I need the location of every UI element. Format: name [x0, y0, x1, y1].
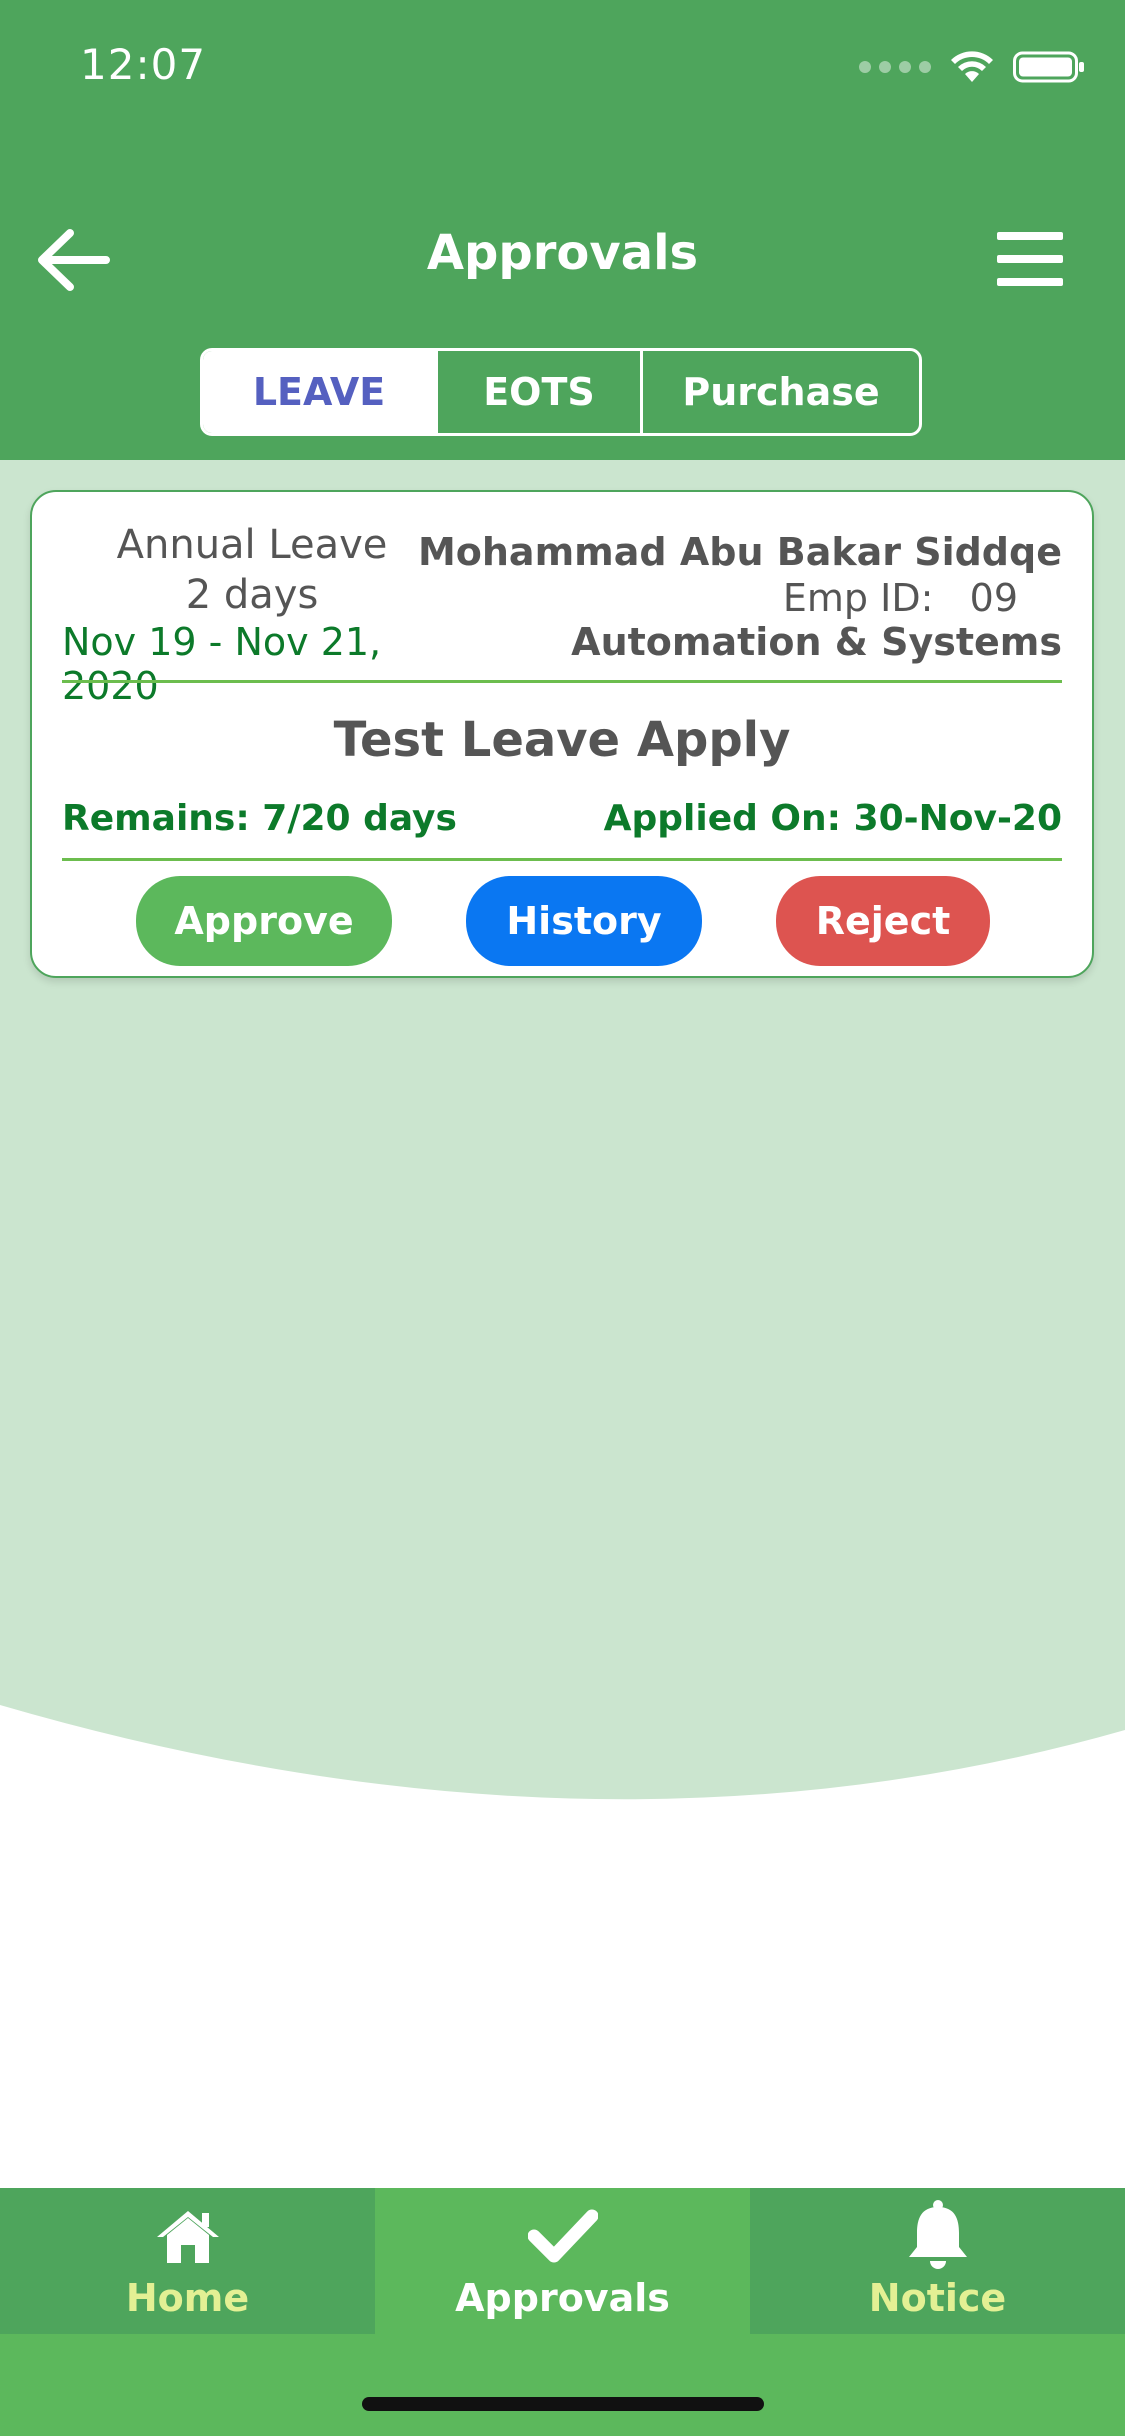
menu-button[interactable]	[997, 232, 1063, 288]
approval-type-tabs: LEAVE EOTS Purchase	[200, 348, 922, 436]
wifi-icon	[951, 51, 993, 82]
cellular-signal-icon	[859, 61, 931, 73]
battery-icon	[1013, 51, 1084, 83]
page-title: Approvals	[426, 225, 699, 281]
nav-item-notice[interactable]: Notice	[750, 2188, 1125, 2334]
history-button[interactable]: History	[466, 876, 702, 966]
employee-department: Automation & Systems	[571, 620, 1062, 664]
check-icon	[527, 2209, 598, 2263]
leave-days: 2 days	[185, 572, 319, 618]
leave-request-card: Annual Leave 2 days Nov 19 - Nov 21, 202…	[30, 490, 1094, 978]
status-indicators	[859, 50, 1085, 84]
employee-name: Mohammad Abu Bakar Siddqe	[417, 530, 1062, 574]
hamburger-icon	[997, 232, 1063, 240]
nav-item-approvals[interactable]: Approvals	[375, 2188, 750, 2334]
tab-purchase[interactable]: Purchase	[640, 351, 919, 433]
divider	[62, 858, 1062, 861]
leave-date-range: Nov 19 - Nov 21, 2020	[62, 620, 382, 708]
applied-on-date: Applied On: 30-Nov-20	[603, 798, 1062, 839]
nav-label-approvals: Approvals	[455, 2276, 670, 2320]
leave-type: Annual Leave	[116, 522, 388, 568]
divider	[62, 680, 1062, 683]
tab-eots[interactable]: EOTS	[435, 351, 640, 433]
status-time: 12:07	[80, 40, 207, 89]
home-icon	[156, 2211, 219, 2263]
employee-id: Emp ID: 09	[782, 576, 1018, 620]
home-indicator	[362, 2397, 764, 2411]
bell-icon	[908, 2200, 967, 2269]
app-header: 12:07 Approvals LEAVE EOTS Purchase	[0, 0, 1125, 460]
nav-item-home[interactable]: Home	[0, 2188, 375, 2334]
nav-label-notice: Notice	[868, 2276, 1007, 2320]
leave-subject: Test Leave Apply	[333, 712, 791, 768]
tab-leave[interactable]: LEAVE	[203, 351, 435, 433]
reject-button[interactable]: Reject	[776, 876, 990, 966]
approve-button[interactable]: Approve	[136, 876, 392, 966]
leave-remains: Remains: 7/20 days	[62, 798, 457, 839]
nav-label-home: Home	[125, 2276, 250, 2320]
